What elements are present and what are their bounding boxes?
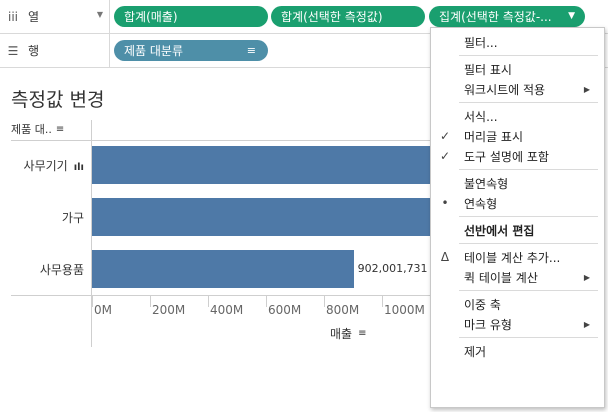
columns-icon: iii	[7, 9, 18, 24]
menu-item-label: 필터 표시	[464, 62, 512, 77]
bar-value-label: 902,001,731	[357, 262, 428, 275]
sort-icon[interactable]: ≡	[358, 328, 366, 339]
menu-item[interactable]: ✓ 머리글 표시	[431, 126, 604, 146]
rows-shelf-label-text: 행	[28, 44, 40, 58]
pill-product-category[interactable]: 제품 대분류 ≡	[114, 40, 268, 61]
delta-icon: Δ	[440, 250, 450, 264]
menu-separator	[459, 337, 598, 338]
rows-shelf-label: ☰ 행	[0, 34, 110, 67]
menu-separator	[459, 102, 598, 103]
menu-item[interactable]: 필터 표시	[431, 59, 604, 79]
view-title: 측정값 변경	[11, 89, 105, 111]
menu-item[interactable]: 워크시트에 적용 ▶	[431, 79, 604, 99]
category-label-text: 사무기기	[23, 159, 68, 173]
menu-separator	[459, 243, 598, 244]
pill-text: 집계(선택한 측정값-...	[439, 10, 552, 24]
x-axis-line	[11, 295, 431, 296]
menu-item[interactable]: Δ 테이블 계산 추가...	[431, 247, 604, 267]
pill-sum-sales[interactable]: 합계(매출)	[114, 6, 268, 27]
category-label[interactable]: 사무기기 ılı	[24, 157, 84, 174]
menu-separator	[459, 55, 598, 56]
pill-text: 제품 대분류	[124, 44, 184, 58]
menu-item[interactable]: 필터...	[431, 32, 604, 52]
pill-sum-selected-measure[interactable]: 합계(선택한 측정값)	[271, 6, 425, 27]
menu-item-label: 워크시트에 적용	[464, 82, 546, 97]
columns-shelf-label-text: 열	[28, 10, 40, 24]
category-label[interactable]: 사무용품	[40, 261, 84, 278]
x-tick-label: 600M	[268, 303, 302, 317]
bar[interactable]	[92, 146, 430, 184]
header-divider	[11, 140, 431, 141]
dimension-header-label: 제품 대..	[11, 123, 52, 136]
x-axis-title-text: 매출	[330, 327, 353, 341]
x-tick-mark	[324, 295, 325, 307]
category-label-text: 가구	[61, 211, 84, 225]
checkmark-icon: ✓	[439, 149, 451, 163]
pill-context-menu: 필터... 필터 표시워크시트에 적용 ▶ 서식... ✓ 머리글 표시 ✓ 도구 설명에 포…	[430, 27, 605, 408]
x-axis-title[interactable]: 매출 ≡	[330, 325, 366, 342]
submenu-arrow-icon: ▶	[583, 84, 590, 94]
menu-item-label: 서식...	[464, 109, 498, 124]
menu-item-label: 필터...	[464, 35, 498, 50]
rows-icon: ☰	[7, 43, 19, 58]
pill-agg-selected-measure[interactable]: 집계(선택한 측정값-... ▼	[429, 6, 585, 27]
x-tick-label: 400M	[210, 303, 244, 317]
menu-item[interactable]: 퀵 테이블 계산 ▶	[431, 267, 604, 287]
checkmark-icon: ✓	[439, 129, 451, 143]
radio-dot-icon: •	[441, 196, 449, 210]
menu-item-label: 제거	[464, 344, 487, 359]
menu-item[interactable]: 서식...	[431, 106, 604, 126]
x-tick-label: 200M	[152, 303, 186, 317]
x-tick-label: 800M	[326, 303, 360, 317]
x-tick-mark	[150, 295, 151, 307]
x-tick-mark	[382, 295, 383, 307]
menu-item-label: 불연속형	[464, 176, 509, 191]
x-tick-label: 1000M	[384, 303, 425, 317]
menu-item[interactable]: 이중 축	[431, 294, 604, 314]
bar[interactable]	[92, 250, 354, 288]
menu-item-label: 선반에서 편집	[464, 223, 535, 238]
menu-item[interactable]: 선반에서 편집	[431, 220, 604, 240]
menu-item-label: 테이블 계산 추가...	[464, 250, 561, 265]
submenu-arrow-icon: ▶	[583, 319, 590, 329]
menu-item-label: 머리글 표시	[464, 129, 524, 144]
bar[interactable]	[92, 198, 430, 236]
x-tick-mark	[266, 295, 267, 307]
menu-item[interactable]: 불연속형	[431, 173, 604, 193]
menu-separator	[459, 290, 598, 291]
sort-icon[interactable]: ≡	[56, 124, 64, 135]
pill-text: 합계(매출)	[124, 10, 178, 24]
chevron-down-icon: ▼	[96, 10, 103, 19]
menu-item-label: 도구 설명에 포함	[464, 149, 549, 164]
category-label-text: 사무용품	[39, 263, 84, 277]
chevron-down-icon[interactable]: ▼	[568, 11, 575, 21]
menu-item[interactable]: • 연속형	[431, 193, 604, 213]
dimension-header[interactable]: 제품 대.. ≡	[11, 121, 64, 137]
menu-separator	[459, 169, 598, 170]
x-tick-label: 0M	[94, 303, 112, 317]
menu-item-label: 연속형	[464, 196, 498, 211]
menu-separator	[459, 216, 598, 217]
menu-item-label: 퀵 테이블 계산	[464, 270, 538, 285]
x-tick-mark	[92, 295, 93, 307]
category-label[interactable]: 가구	[62, 209, 84, 226]
menu-item-label: 이중 축	[464, 297, 501, 312]
submenu-arrow-icon: ▶	[583, 272, 590, 282]
x-tick-mark	[208, 295, 209, 307]
menu-item[interactable]: 제거	[431, 341, 604, 361]
sort-icon[interactable]: ≡	[247, 44, 256, 57]
columns-shelf-label: iii 열 ▼	[0, 0, 110, 33]
pill-text: 합계(선택한 측정값)	[281, 10, 383, 24]
menu-item[interactable]: 마크 유형 ▶	[431, 314, 604, 334]
menu-item[interactable]: ✓ 도구 설명에 포함	[431, 146, 604, 166]
sort-bars-icon[interactable]: ılı	[74, 162, 84, 173]
menu-item-label: 마크 유형	[464, 317, 512, 332]
